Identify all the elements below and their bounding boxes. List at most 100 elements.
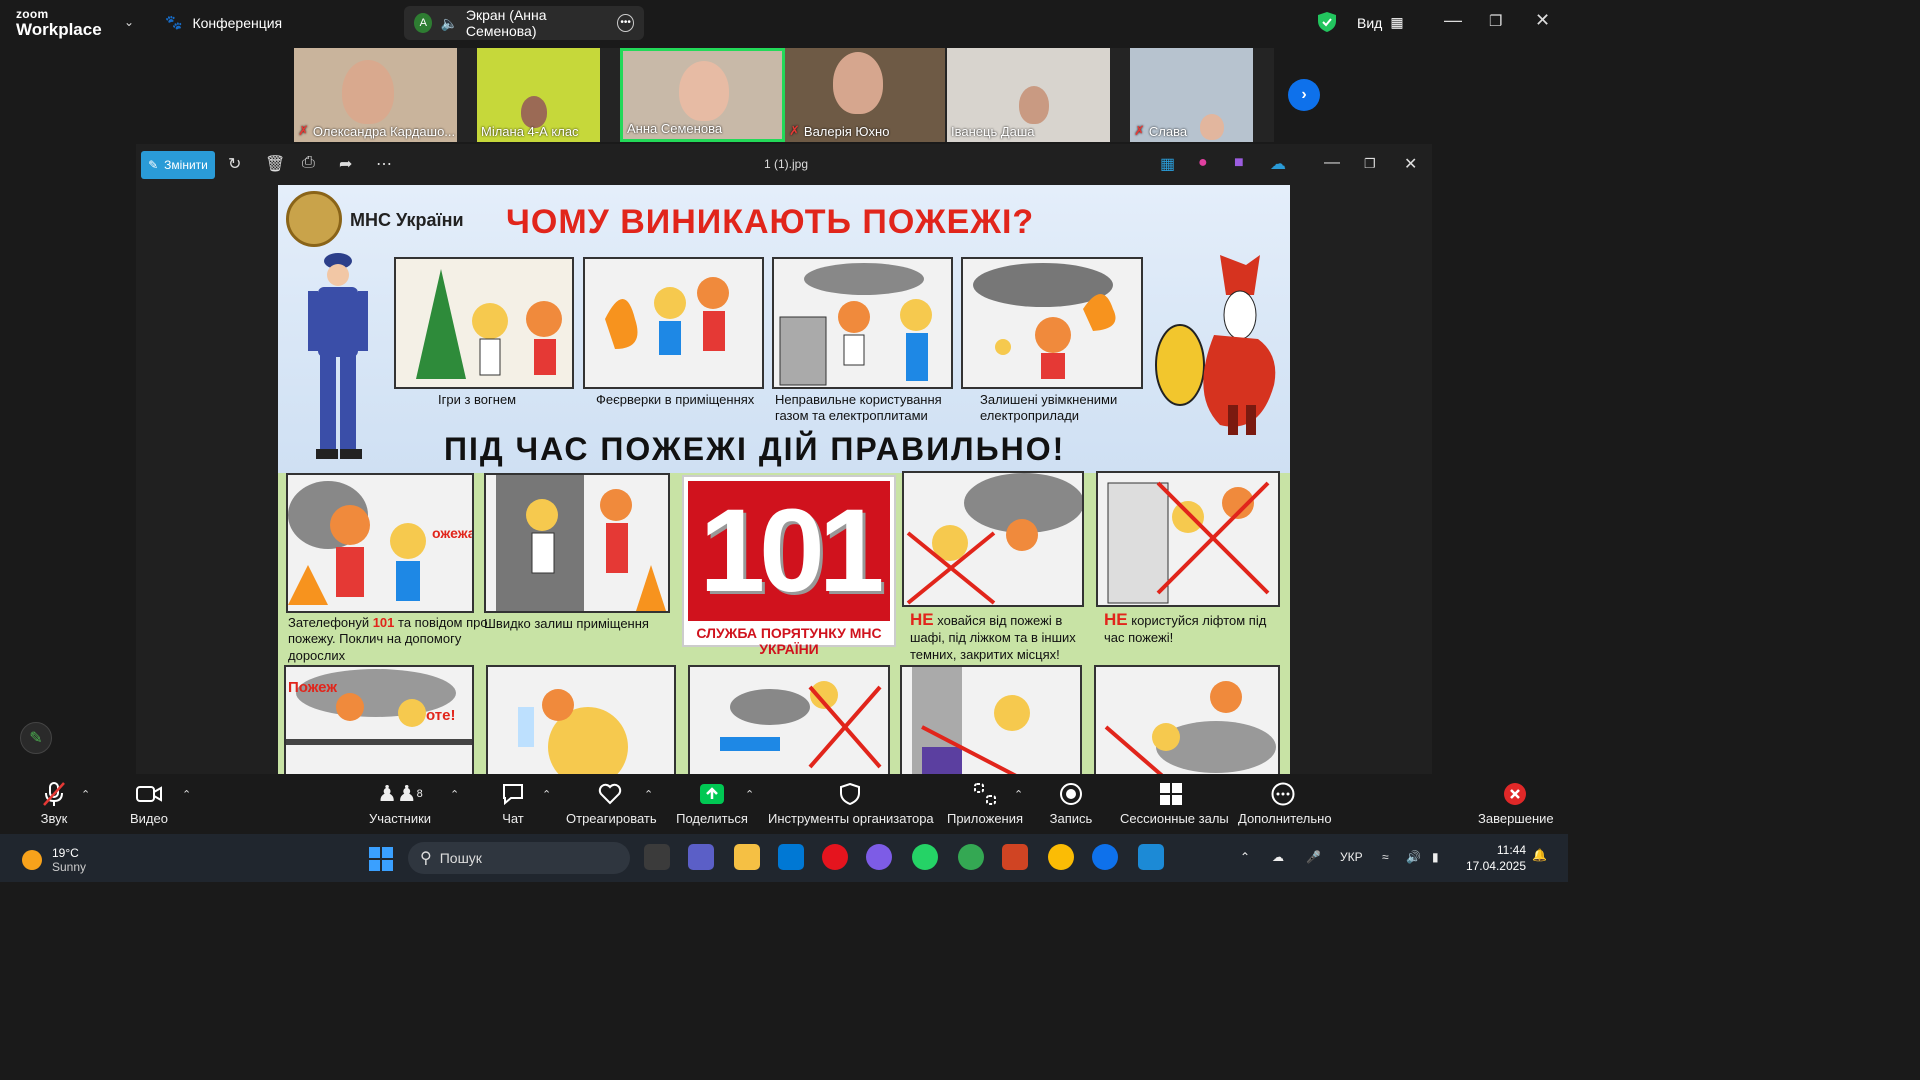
- microphone-icon[interactable]: 🎤: [1306, 850, 1321, 864]
- audio-button[interactable]: Звук: [30, 780, 78, 826]
- emergency-number: 101: [699, 485, 885, 617]
- share-icon[interactable]: ➦: [339, 154, 352, 174]
- viewer-maximize-icon[interactable]: ❐: [1364, 156, 1376, 172]
- video-options-chevron-icon[interactable]: ⌃: [182, 788, 191, 801]
- share-screen-pill[interactable]: A 🔈 Экран (Анна Семенова) •••: [404, 6, 644, 40]
- close-icon[interactable]: ✕: [1535, 10, 1550, 31]
- meeting-info-button[interactable]: 🐾 Конференция: [165, 14, 282, 31]
- rotate-icon[interactable]: ↻: [228, 154, 241, 174]
- participants-chevron-icon[interactable]: ⌃: [450, 788, 459, 801]
- paint-icon[interactable]: ●: [1198, 154, 1208, 172]
- notifications-bell-icon[interactable]: 🔔: [1532, 848, 1547, 862]
- more-button[interactable]: Дополнительно: [1238, 780, 1332, 826]
- powerpoint-icon[interactable]: [1002, 844, 1028, 870]
- rule3-text: ховайся від пожежі в шафі, під ліжком та…: [910, 613, 1076, 662]
- edit-image-icon[interactable]: ▦: [1160, 154, 1175, 174]
- apps-chevron-icon[interactable]: ⌃: [1014, 788, 1023, 801]
- battery-icon[interactable]: ▮: [1432, 850, 1439, 864]
- breakout-rooms-button[interactable]: Сессионные залы: [1120, 780, 1229, 826]
- muted-mic-icon: ✗: [1134, 123, 1145, 138]
- audio-options-chevron-icon[interactable]: ⌃: [81, 788, 90, 801]
- teams-icon[interactable]: [688, 844, 714, 870]
- bubble-text-3: оте!: [426, 707, 456, 724]
- view-button[interactable]: Вид ▦: [1357, 14, 1404, 31]
- meeting-controls: Звук ⌃ Видео ⌃ ♟♟ 8 Участники ⌃ Чат ⌃ Отр…: [0, 774, 1568, 834]
- end-meeting-button[interactable]: Завершение: [1478, 780, 1554, 826]
- whatsapp-icon[interactable]: [912, 844, 938, 870]
- audio-label: Звук: [40, 811, 68, 826]
- poster-subtitle: ПІД ЧАС ПОЖЕЖІ ДІЙ ПРАВИЛЬНО!: [444, 431, 1066, 467]
- record-icon: [1048, 780, 1094, 808]
- share-chevron-icon[interactable]: ⌃: [745, 788, 754, 801]
- participant-tile[interactable]: Мілана 4-А клас: [477, 48, 600, 142]
- next-page-icon[interactable]: ›: [1288, 79, 1320, 111]
- participant-tile[interactable]: ✗ Олександра Кардашо...: [294, 48, 457, 142]
- react-button[interactable]: Отреагировать: [566, 780, 657, 826]
- opera-icon[interactable]: [822, 844, 848, 870]
- zoom-icon[interactable]: [1092, 844, 1118, 870]
- participant-tile-active[interactable]: Анна Семенова: [620, 48, 785, 142]
- more-label: Дополнительно: [1238, 811, 1332, 826]
- viber-icon[interactable]: [866, 844, 892, 870]
- more-icon[interactable]: ⋯: [376, 154, 392, 174]
- apps-button[interactable]: Приложения: [946, 780, 1024, 826]
- clipchamp-icon[interactable]: ■: [1234, 154, 1244, 172]
- file-explorer-icon[interactable]: [734, 844, 760, 870]
- weather-widget[interactable]: 19°C Sunny: [22, 846, 86, 874]
- participant-tile[interactable]: ✗ Валерія Юхно: [785, 48, 945, 142]
- windows-start-icon[interactable]: [368, 846, 394, 872]
- rule1-number: 101: [372, 615, 395, 630]
- print-icon[interactable]: ⎙: [302, 154, 315, 172]
- wifi-icon[interactable]: ≈: [1382, 850, 1389, 864]
- search-icon: ⚲: [420, 850, 432, 867]
- react-chevron-icon[interactable]: ⌃: [644, 788, 653, 801]
- participant-tile[interactable]: ✗ Слава: [1130, 48, 1253, 142]
- system-clock[interactable]: 11:44 17.04.2025: [1462, 842, 1526, 874]
- taskbar-search-input[interactable]: ⚲ Пошук: [408, 842, 630, 874]
- host-tools-button[interactable]: Инструменты организатора: [768, 780, 934, 826]
- language-indicator[interactable]: УКР: [1340, 850, 1363, 864]
- chrome-icon[interactable]: [958, 844, 984, 870]
- rule-caption-2: Швидко залиш приміщення: [484, 616, 649, 631]
- edit-pencil-icon: ✎: [148, 158, 159, 172]
- fox-and-extinguisher-illustration: [1155, 255, 1276, 435]
- clock-time: 11:44: [1496, 843, 1526, 857]
- task-view-icon[interactable]: [644, 844, 670, 870]
- participants-button[interactable]: ♟♟ 8 Участники: [366, 780, 434, 826]
- minimize-icon[interactable]: —: [1444, 10, 1462, 31]
- restore-icon[interactable]: ❐: [1489, 12, 1502, 30]
- record-button[interactable]: Запись: [1048, 780, 1094, 826]
- annotate-pencil-icon[interactable]: ✎: [20, 722, 52, 754]
- rule-image-6: [486, 665, 676, 774]
- share-button[interactable]: Поделиться: [676, 780, 748, 826]
- cause-image-3: [772, 257, 953, 389]
- viewer-minimize-icon[interactable]: —: [1324, 154, 1340, 172]
- participant-name: Валерія Юхно: [803, 123, 890, 139]
- participants-label: Участники: [368, 811, 432, 826]
- edit-button[interactable]: ✎ Змінити: [141, 151, 215, 179]
- photos-icon[interactable]: [1138, 844, 1164, 870]
- delete-icon[interactable]: 🗑: [265, 154, 285, 174]
- show-hidden-icons-chevron-icon[interactable]: ⌃: [1240, 850, 1250, 864]
- edit-label: Змінити: [164, 158, 208, 172]
- muted-mic-icon: ✗: [789, 123, 800, 138]
- chrome-profile-icon[interactable]: [1048, 844, 1074, 870]
- cloud-sync-icon[interactable]: ☁: [1272, 850, 1284, 864]
- rule-image-2: [484, 473, 670, 613]
- ms-store-icon[interactable]: [778, 844, 804, 870]
- video-button[interactable]: Видео: [126, 780, 172, 826]
- weather-temp: 19°C: [52, 846, 79, 860]
- volume-icon[interactable]: 🔊: [1406, 850, 1421, 864]
- app-menu-chevron-icon[interactable]: ⌄: [124, 15, 134, 29]
- more-options-icon[interactable]: •••: [617, 14, 634, 32]
- security-shield-icon[interactable]: [1318, 12, 1336, 32]
- chat-button[interactable]: Чат: [496, 780, 530, 826]
- participant-tile[interactable]: Іванець Даша: [947, 48, 1110, 142]
- onedrive-icon[interactable]: ☁: [1270, 154, 1286, 174]
- rule-caption-1: Зателефонуй 101 та повідом про пожежу. П…: [288, 615, 488, 664]
- sun-icon: [22, 850, 42, 870]
- viewer-close-icon[interactable]: ✕: [1404, 154, 1417, 174]
- poster-org: МНС України: [350, 210, 464, 230]
- rule-image-4: [1096, 471, 1280, 607]
- chat-chevron-icon[interactable]: ⌃: [542, 788, 551, 801]
